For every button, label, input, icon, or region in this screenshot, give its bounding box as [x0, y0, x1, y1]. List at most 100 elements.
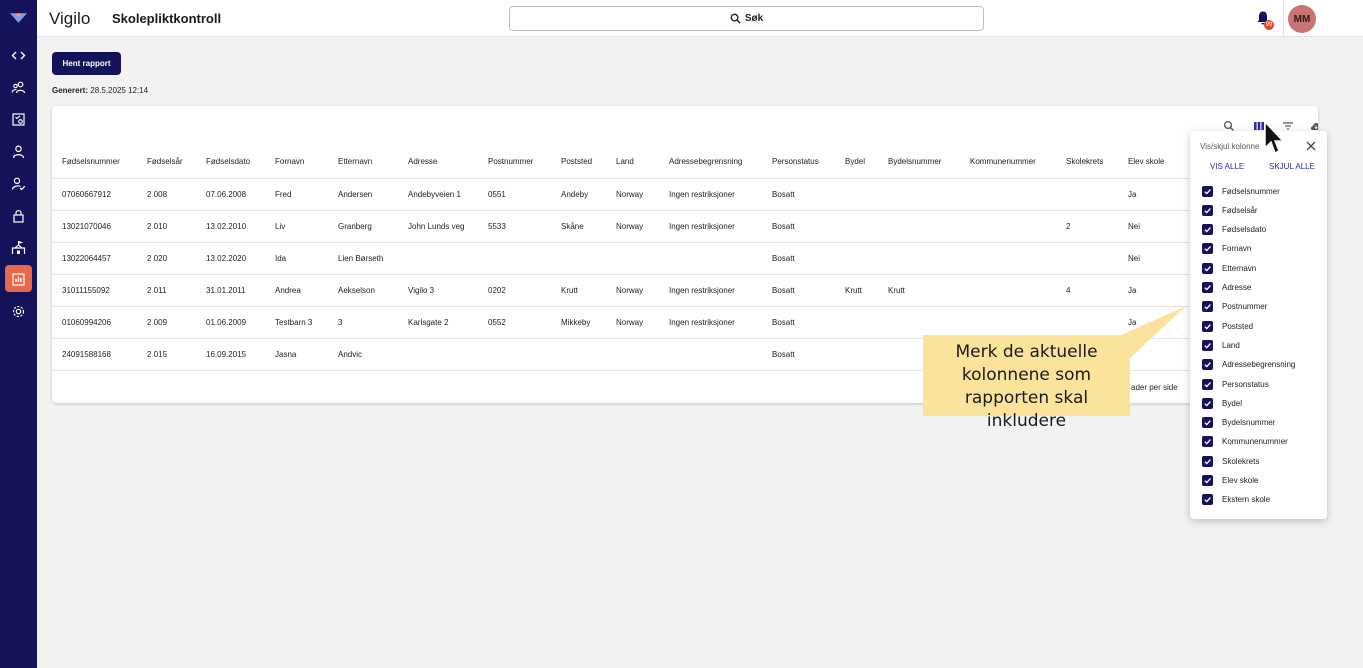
checkbox[interactable]: [1202, 204, 1213, 216]
column-header[interactable]: Kommunenummer: [970, 157, 1036, 166]
column-toggle-label: Fødselsår: [1222, 205, 1258, 215]
table-cell: 2 009: [147, 318, 168, 327]
column-toggle[interactable]: Land: [1202, 339, 1240, 351]
table-cell: Skåne: [561, 222, 584, 231]
sidebar-item-person-check[interactable]: [8, 173, 29, 194]
column-toggle[interactable]: Fødselsdato: [1202, 224, 1266, 236]
column-header[interactable]: Adressebegrensning: [669, 157, 742, 166]
column-toggle-label: Ekstern skole: [1222, 495, 1271, 505]
user-avatar[interactable]: MM: [1288, 5, 1316, 33]
table-cell: Ingen restriksjoner: [669, 222, 735, 231]
table-cell: 07060667912: [62, 190, 111, 199]
checkbox[interactable]: [1202, 185, 1213, 197]
table-cell: Lien Børseth: [338, 254, 384, 263]
fetch-report-button[interactable]: Hent rapport: [52, 52, 121, 75]
sidebar-item-school[interactable]: [8, 237, 29, 258]
check-icon: [1204, 323, 1211, 330]
callout-line: kolonnene som: [961, 365, 1092, 385]
sidebar-item-lock[interactable]: [8, 205, 29, 226]
users-icon: [11, 81, 26, 94]
table-cell: 2 008: [147, 190, 168, 199]
checkbox[interactable]: [1202, 301, 1213, 313]
column-header[interactable]: Postnummer: [488, 157, 533, 166]
column-toggle[interactable]: Poststed: [1202, 320, 1253, 332]
sidebar-item-users[interactable]: [8, 77, 29, 98]
column-header[interactable]: Skolekrets: [1066, 157, 1103, 166]
vigilo-logo-icon[interactable]: [9, 10, 28, 26]
checkbox[interactable]: [1202, 378, 1213, 390]
column-toggle[interactable]: Personstatus: [1202, 378, 1269, 390]
check-icon: [1204, 207, 1211, 214]
checkbox[interactable]: [1202, 339, 1213, 351]
table-cell: Bosatt: [772, 286, 795, 295]
column-toggle-label: Land: [1222, 340, 1240, 350]
column-toggle[interactable]: Skolekrets: [1202, 455, 1259, 467]
generated-label: Generert:: [52, 86, 89, 95]
checkbox[interactable]: [1202, 359, 1213, 371]
table-cell: Liv: [275, 222, 286, 231]
table-cell: 5533: [488, 222, 506, 231]
column-header[interactable]: Fødselsår: [147, 157, 183, 166]
column-toggle[interactable]: Fødselsår: [1202, 204, 1258, 216]
column-header[interactable]: Poststed: [561, 157, 592, 166]
column-toggle[interactable]: Postnummer: [1202, 301, 1267, 313]
column-header[interactable]: Land: [616, 157, 634, 166]
table-cell: 2: [1066, 222, 1071, 231]
hide-all-button[interactable]: SKJUL ALLE: [1269, 162, 1315, 171]
table-cell: 16.09.2015: [206, 350, 247, 359]
show-all-button[interactable]: VIS ALLE: [1210, 162, 1244, 171]
checkbox[interactable]: [1202, 475, 1213, 486]
column-toggle[interactable]: Fornavn: [1202, 243, 1251, 255]
column-toggle-label: Etternavn: [1222, 263, 1257, 273]
brand-name[interactable]: Vigilo: [49, 9, 90, 29]
checkbox[interactable]: [1202, 494, 1213, 506]
table-cell: 3: [338, 318, 343, 327]
check-icon: [1204, 246, 1211, 252]
search-icon: [730, 13, 741, 24]
sidebar-item-bar-chart[interactable]: [5, 265, 32, 292]
column-toggle[interactable]: Adresse: [1202, 282, 1251, 294]
table-cell: Ja: [1128, 190, 1137, 199]
search-button[interactable]: Søk: [509, 6, 984, 31]
column-header[interactable]: Adresse: [408, 157, 437, 166]
sidebar-item-code[interactable]: [8, 45, 29, 66]
table-cell: Bosatt: [772, 190, 795, 199]
checkbox[interactable]: [1202, 417, 1213, 429]
column-toggle[interactable]: Kommunenummer: [1202, 436, 1288, 448]
check-icon: [1204, 342, 1211, 349]
table-cell: Nei: [1128, 222, 1141, 231]
column-header[interactable]: Fødselsdato: [206, 157, 250, 166]
checkbox[interactable]: [1202, 262, 1213, 274]
checkbox[interactable]: [1202, 455, 1213, 467]
column-header[interactable]: Bydelsnummer: [888, 157, 941, 166]
checkbox[interactable]: [1202, 224, 1213, 236]
column-header[interactable]: Etternavn: [338, 157, 372, 166]
callout-line: rapporten skal inkludere: [964, 388, 1089, 431]
table-cell: Ida: [275, 254, 287, 263]
sidebar-item-task[interactable]: [8, 109, 29, 130]
table-cell: 13.02.2010: [206, 222, 247, 231]
column-header[interactable]: Bydel: [845, 157, 865, 166]
close-icon[interactable]: [1305, 140, 1317, 152]
column-toggle[interactable]: Bydel: [1202, 397, 1242, 409]
sidebar: [0, 0, 37, 668]
column-toggle[interactable]: Ekstern skole: [1202, 494, 1270, 506]
column-toggle[interactable]: Adressebegrensning: [1202, 359, 1295, 371]
check-icon: [1204, 400, 1211, 407]
column-header[interactable]: Elev skole: [1128, 157, 1164, 166]
checkbox[interactable]: [1202, 320, 1213, 332]
column-header[interactable]: Fødselsnummer: [62, 157, 120, 166]
sidebar-item-person[interactable]: [8, 141, 29, 162]
checkbox[interactable]: [1202, 243, 1213, 255]
person-icon: [12, 145, 25, 159]
column-header[interactable]: Personstatus: [772, 157, 819, 166]
checkbox[interactable]: [1202, 397, 1213, 409]
column-toggle[interactable]: Elev skole: [1202, 475, 1258, 487]
column-toggle[interactable]: Fødselsnummer: [1202, 185, 1280, 197]
checkbox[interactable]: [1202, 282, 1213, 293]
checkbox[interactable]: [1202, 436, 1213, 448]
column-toggle[interactable]: Bydelsnummer: [1202, 417, 1275, 429]
sidebar-item-gear[interactable]: [8, 301, 29, 322]
column-header[interactable]: Fornavn: [275, 157, 304, 166]
column-toggle[interactable]: Etternavn: [1202, 262, 1256, 274]
